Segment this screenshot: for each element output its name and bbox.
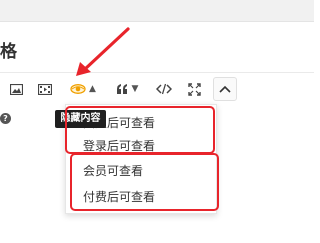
help-icon[interactable]: ? — [0, 113, 11, 124]
section-title: 格 — [0, 42, 18, 62]
fullscreen-button[interactable] — [185, 78, 203, 100]
insert-image-button[interactable] — [8, 78, 24, 100]
quote-button[interactable]: ▼ — [112, 78, 142, 100]
hide-content-button[interactable]: ▲ — [66, 78, 100, 100]
insert-video-button[interactable] — [37, 78, 53, 100]
insert-code-button[interactable] — [155, 78, 173, 100]
quote-dropdown-caret: ▼ — [131, 84, 139, 94]
eye-hide-icon — [70, 84, 86, 94]
highlight-box-bottom — [70, 153, 219, 211]
fullscreen-icon — [187, 82, 201, 96]
video-icon — [38, 83, 52, 95]
red-arrow-annotation — [76, 27, 130, 76]
top-divider — [0, 21, 314, 22]
toolbar-divider — [0, 72, 314, 73]
highlight-box-top — [65, 106, 215, 154]
code-icon — [156, 83, 172, 95]
image-icon — [9, 83, 23, 95]
quote-icon — [116, 84, 127, 94]
collapse-toolbar-button[interactable] — [213, 77, 237, 101]
top-bar — [0, 0, 314, 22]
hide-dropdown-caret: ▲ — [89, 84, 96, 94]
chevron-up-icon — [219, 85, 231, 93]
